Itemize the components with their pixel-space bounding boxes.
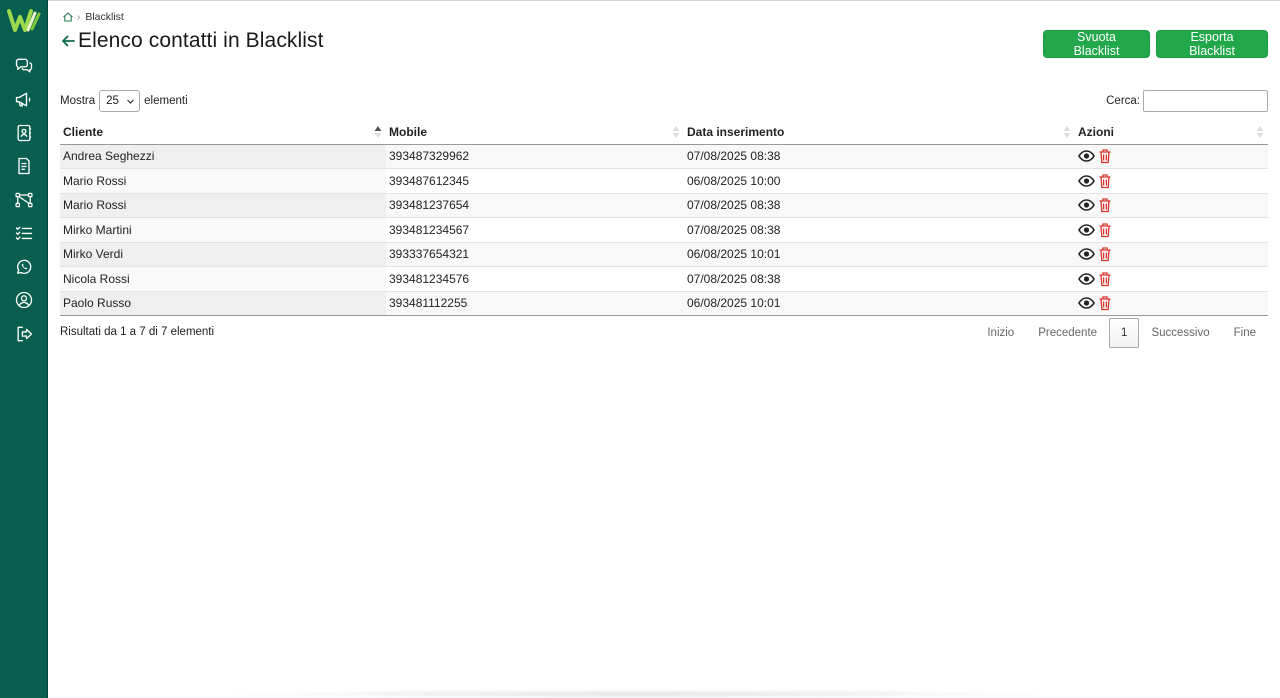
- cell-azioni: [1075, 168, 1268, 193]
- cell-mobile: 393337654321: [386, 241, 684, 267]
- trash-icon[interactable]: [1098, 148, 1115, 164]
- search-input[interactable]: [1143, 90, 1268, 112]
- eye-icon[interactable]: [1078, 148, 1095, 164]
- table-row: Mario Rossi 393481237654 07/08/2025 08:3…: [60, 192, 1268, 218]
- cell-data: 07/08/2025 08:38: [684, 192, 1075, 218]
- page-length-select[interactable]: 25: [99, 90, 141, 112]
- trash-icon[interactable]: [1098, 271, 1115, 287]
- chevron-down-icon: [126, 97, 135, 106]
- cell-data: 06/08/2025 10:00: [684, 168, 1075, 193]
- eye-icon[interactable]: [1078, 173, 1095, 189]
- esporta-blacklist-button[interactable]: Esporta Blacklist: [1156, 30, 1268, 58]
- home-icon[interactable]: [62, 11, 74, 23]
- table-row: Mario Rossi 393487612345 06/08/2025 10:0…: [60, 168, 1268, 193]
- cell-cliente: Andrea Seghezzi: [60, 143, 386, 169]
- cell-cliente: Mario Rossi: [60, 192, 386, 218]
- eye-icon[interactable]: [1078, 246, 1095, 262]
- main-content: › Blacklist Elenco contatti in Blacklist…: [48, 0, 1280, 698]
- back-arrow-icon[interactable]: [60, 33, 76, 49]
- sort-icon: [1063, 126, 1071, 138]
- cell-data: 06/08/2025 10:01: [684, 290, 1075, 316]
- table-header-row: Cliente Mobile Data inserimento Azioni: [60, 120, 1268, 145]
- user-circle-icon[interactable]: [12, 288, 36, 312]
- trash-icon[interactable]: [1098, 295, 1115, 311]
- search-label: Cerca:: [1106, 95, 1140, 107]
- cell-data: 07/08/2025 08:38: [684, 143, 1075, 169]
- table-row: Andrea Seghezzi 393487329962 07/08/2025 …: [60, 143, 1268, 169]
- cell-cliente: Mirko Verdi: [60, 241, 386, 267]
- cell-azioni: [1075, 290, 1268, 316]
- svuota-blacklist-button[interactable]: Svuota Blacklist: [1043, 30, 1150, 58]
- logout-icon[interactable]: [12, 322, 36, 346]
- eye-icon[interactable]: [1078, 271, 1095, 287]
- cell-data: 07/08/2025 08:38: [684, 266, 1075, 291]
- cell-data: 06/08/2025 10:01: [684, 241, 1075, 267]
- pagination: Inizio Precedente 1 Successivo Fine: [975, 318, 1268, 348]
- trash-icon[interactable]: [1098, 246, 1115, 262]
- table-row: Mirko Martini 393481234567 07/08/2025 08…: [60, 217, 1268, 242]
- sort-icon: [672, 126, 680, 138]
- cell-mobile: 393487612345: [386, 168, 684, 193]
- length-suffix: elementi: [144, 95, 188, 107]
- cell-mobile: 393481112255: [386, 290, 684, 316]
- column-header-azioni[interactable]: Azioni: [1075, 120, 1268, 145]
- pagination-next[interactable]: Successivo: [1139, 318, 1221, 348]
- page-title: Elenco contatti in Blacklist: [78, 29, 324, 52]
- search-control: Cerca:: [1106, 90, 1268, 112]
- cell-cliente: Paolo Russo: [60, 290, 386, 316]
- sort-asc-icon: [374, 126, 382, 138]
- title-row: Elenco contatti in Blacklist: [60, 29, 324, 53]
- trash-icon[interactable]: [1098, 197, 1115, 213]
- cell-azioni: [1075, 192, 1268, 218]
- megaphone-icon[interactable]: [12, 88, 36, 112]
- logo[interactable]: [7, 8, 41, 34]
- page-length-value: 25: [106, 95, 119, 107]
- eye-icon[interactable]: [1078, 222, 1095, 238]
- window-shadow: [208, 689, 1068, 698]
- column-header-data-inserimento[interactable]: Data inserimento: [684, 120, 1075, 145]
- cell-cliente: Mario Rossi: [60, 168, 386, 193]
- contacts-book-icon[interactable]: [12, 121, 36, 145]
- page-length-control: Mostra 25 elementi: [60, 90, 188, 112]
- table-info: Risultati da 1 a 7 di 7 elementi: [60, 326, 215, 338]
- cell-azioni: [1075, 143, 1268, 169]
- eye-icon[interactable]: [1078, 295, 1095, 311]
- workflow-icon[interactable]: [12, 188, 36, 212]
- cell-mobile: 393487329962: [386, 143, 684, 169]
- blacklist-table: Cliente Mobile Data inserimento Azioni A…: [60, 120, 1268, 316]
- table-row: Paolo Russo 393481112255 06/08/2025 10:0…: [60, 290, 1268, 316]
- pagination-previous[interactable]: Precedente: [1026, 318, 1109, 348]
- table-row: Mirko Verdi 393337654321 06/08/2025 10:0…: [60, 241, 1268, 267]
- pagination-first[interactable]: Inizio: [975, 318, 1026, 348]
- cell-data: 07/08/2025 08:38: [684, 217, 1075, 242]
- cell-cliente: Nicola Rossi: [60, 266, 386, 291]
- cell-azioni: [1075, 217, 1268, 242]
- cell-azioni: [1075, 266, 1268, 291]
- trash-icon[interactable]: [1098, 173, 1115, 189]
- column-header-cliente[interactable]: Cliente: [60, 120, 386, 145]
- cell-mobile: 393481234576: [386, 266, 684, 291]
- cell-mobile: 393481237654: [386, 192, 684, 218]
- column-header-mobile[interactable]: Mobile: [386, 120, 684, 145]
- cell-cliente: Mirko Martini: [60, 217, 386, 242]
- cell-mobile: 393481234567: [386, 217, 684, 242]
- pagination-page-current[interactable]: 1: [1109, 318, 1140, 348]
- whatsapp-icon[interactable]: [12, 255, 36, 279]
- pagination-last[interactable]: Fine: [1222, 318, 1268, 348]
- document-icon[interactable]: [12, 154, 36, 178]
- breadcrumb-current: Blacklist: [85, 11, 124, 23]
- checklist-icon[interactable]: [12, 221, 36, 245]
- chat-icon[interactable]: [12, 54, 36, 78]
- sort-icon: [1256, 126, 1264, 138]
- sidebar: [0, 0, 48, 698]
- breadcrumb: › Blacklist: [62, 10, 124, 24]
- eye-icon[interactable]: [1078, 197, 1095, 213]
- cell-azioni: [1075, 241, 1268, 267]
- table-row: Nicola Rossi 393481234576 07/08/2025 08:…: [60, 266, 1268, 291]
- trash-icon[interactable]: [1098, 222, 1115, 238]
- length-prefix: Mostra: [60, 95, 96, 107]
- breadcrumb-separator: ›: [77, 11, 81, 23]
